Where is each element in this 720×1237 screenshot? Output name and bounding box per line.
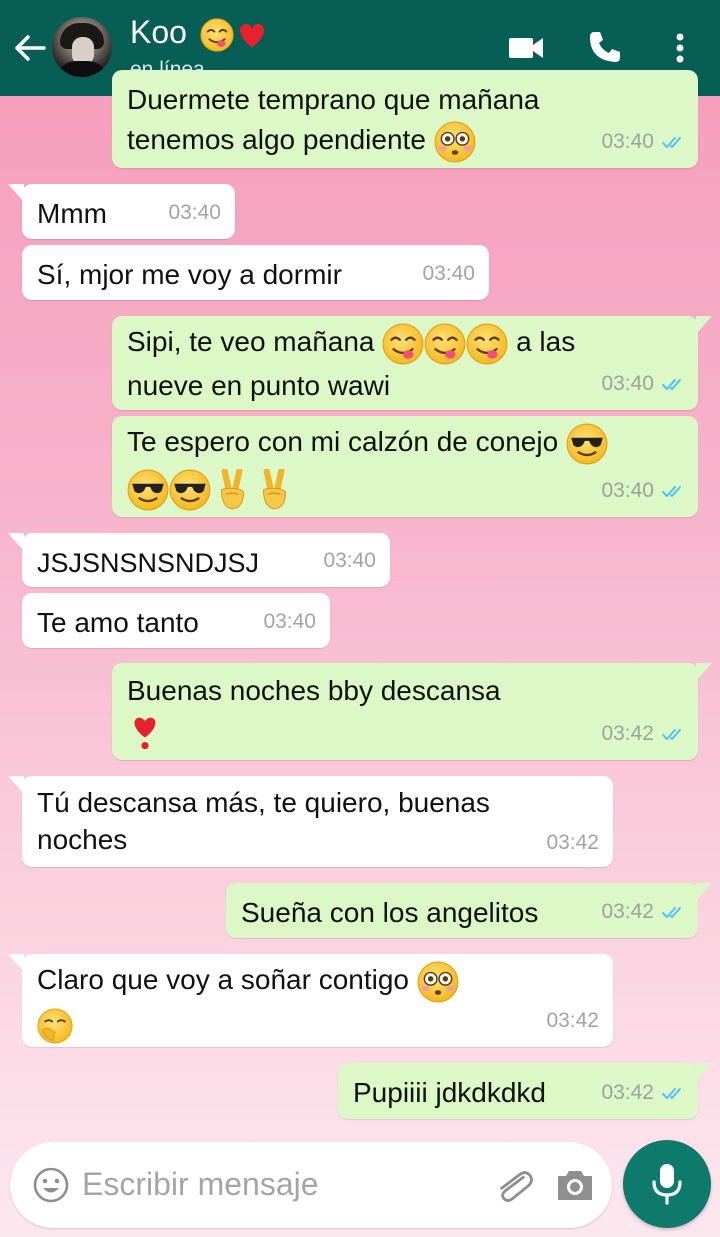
message-incoming[interactable]: Claro que voy a soñar contigo 03:42 <box>8 954 613 1047</box>
flushed-emoji-icon <box>417 960 459 1003</box>
message-time: 03:40 <box>601 372 654 395</box>
message-text-line: Duermete temprano que mañana <box>127 84 540 115</box>
avatar[interactable] <box>52 17 112 77</box>
message-meta: 03:40 <box>168 193 221 233</box>
message-time: 03:42 <box>546 1009 599 1032</box>
message-text: Sí, mjor me voy a dormir <box>37 259 342 290</box>
message-text-line: Claro que voy a soñar contigo <box>37 960 597 1004</box>
phone-icon[interactable] <box>582 26 626 70</box>
sunglasses-emoji-icon <box>565 422 608 465</box>
message-incoming[interactable]: Mmm 03:40 <box>8 184 235 239</box>
message-outgoing[interactable]: Duermete temprano que mañana tenemos alg… <box>112 70 698 168</box>
message-meta: 03:40 <box>422 254 475 294</box>
yum-emoji-icon <box>199 17 234 52</box>
message-text-line: nueve en punto wawi <box>127 370 391 401</box>
double-check-icon <box>662 907 681 918</box>
message-text-line: Sipi, te veo mañana a las <box>127 322 682 366</box>
message-incoming[interactable]: JSJSNSNSNDJSJ 03:40 <box>8 533 390 587</box>
yum-emoji-icon <box>382 322 425 365</box>
message-meta: 03:42 <box>546 824 599 861</box>
heart-emoji-icon <box>239 23 264 48</box>
message-meta: 03:42 <box>546 1001 599 1041</box>
emoji-icon[interactable] <box>32 1166 70 1204</box>
message-text-line: noches <box>37 824 128 855</box>
message-emoji-line <box>37 1004 597 1044</box>
message-emoji-line <box>127 468 682 511</box>
message-time: 03:40 <box>422 262 475 285</box>
message-text-line: Te espero con mi calzón de conejo <box>127 422 682 468</box>
double-check-icon <box>662 729 681 740</box>
victory-hand-emoji-icon <box>253 469 295 511</box>
sunglasses-emoji-icon <box>127 468 169 511</box>
message-incoming[interactable]: Tú descansa más, te quiero, buenas noche… <box>8 776 613 867</box>
message-incoming[interactable]: Te amo tanto 03:40 <box>22 593 330 648</box>
message-time: 03:42 <box>601 1081 654 1104</box>
message-meta: 03:40 <box>601 364 684 404</box>
message-outgoing[interactable]: Buenas noches bby descansa 03:42 <box>112 663 712 760</box>
contact-name-text: Koo <box>130 14 187 50</box>
message-time: 03:42 <box>601 722 654 745</box>
voice-message-button[interactable] <box>623 1140 711 1228</box>
double-check-icon <box>662 486 681 497</box>
message-outgoing[interactable]: Te espero con mi calzón de conejo 03:40 <box>112 416 698 517</box>
message-emoji-line <box>127 711 682 754</box>
message-time: 03:40 <box>323 549 376 572</box>
sunglasses-emoji-icon <box>169 468 211 511</box>
message-time: 03:40 <box>601 479 654 502</box>
attach-icon[interactable] <box>492 1164 536 1208</box>
camera-icon[interactable] <box>554 1164 596 1206</box>
heavy-heart-exclamation-emoji-icon <box>134 717 156 749</box>
yum-emoji-icon <box>424 322 467 365</box>
message-meta: 03:40 <box>263 602 316 642</box>
message-incoming[interactable]: Sí, mjor me voy a dormir 03:40 <box>22 245 489 300</box>
message-outgoing[interactable]: Pupiiii jdkdkdkd 03:42 <box>338 1063 712 1119</box>
message-meta: 03:42 <box>601 714 684 754</box>
victory-hand-emoji-icon <box>211 469 253 511</box>
message-text-line: Tú descansa más, te quiero, buenas <box>37 787 490 818</box>
message-time: 03:40 <box>168 201 221 224</box>
mic-icon <box>652 1164 682 1205</box>
message-meta: 03:40 <box>323 541 376 581</box>
yum-emoji-icon <box>466 322 509 365</box>
message-time: 03:40 <box>601 130 654 153</box>
message-meta: 03:40 <box>601 122 684 162</box>
double-check-icon <box>662 1088 681 1099</box>
message-meta: 03:42 <box>601 892 684 932</box>
flushed-emoji-icon <box>434 120 476 163</box>
back-arrow-icon[interactable] <box>10 28 50 68</box>
yawning-face-emoji-icon <box>37 1007 73 1044</box>
message-text-line: tenemos algo pendiente <box>127 120 682 163</box>
more-vert-icon[interactable] <box>658 26 702 70</box>
message-input[interactable]: Escribir mensaje <box>82 1166 319 1203</box>
message-time: 03:40 <box>263 610 316 633</box>
message-outgoing[interactable]: Sipi, te veo mañana a las nueve en punto… <box>112 316 712 410</box>
message-time: 03:42 <box>601 900 654 923</box>
video-call-icon[interactable] <box>505 26 549 70</box>
double-check-icon <box>662 379 681 390</box>
double-check-icon <box>662 137 681 148</box>
contact-name[interactable]: Koo <box>130 14 270 53</box>
message-meta: 03:42 <box>601 1073 684 1113</box>
message-input-bar: Escribir mensaje <box>10 1142 612 1228</box>
message-outgoing[interactable]: Sueña con los angelitos 03:42 <box>226 883 712 938</box>
message-text-line: Buenas noches bby descansa <box>127 675 501 706</box>
message-meta: 03:40 <box>601 471 684 511</box>
message-time: 03:42 <box>546 831 599 854</box>
